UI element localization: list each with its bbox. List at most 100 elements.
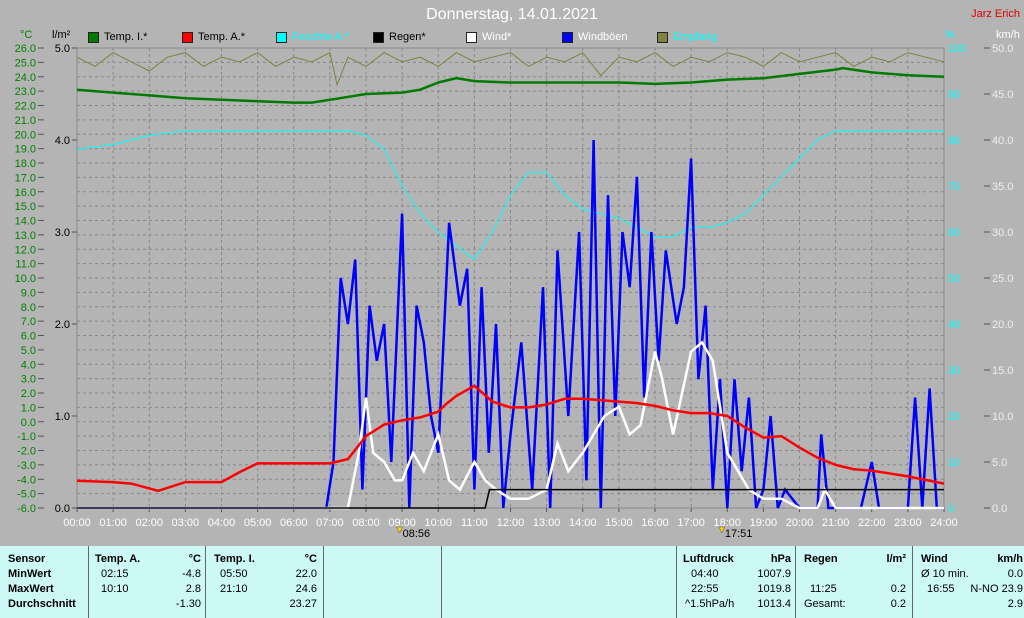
temp-a-unit: °C: [188, 553, 201, 565]
wind-column: Wind km/h Ø 10 min. 0.0 16:55 N-NO 23.9 …: [912, 546, 1024, 618]
x-tick-label: 21:00: [822, 517, 850, 529]
rain-max-time: 11:25: [810, 583, 837, 595]
temp-tick-label: 19.0: [15, 144, 36, 156]
temp-tick-label: 7.0: [21, 316, 36, 328]
sensor-header: Sensor: [8, 553, 46, 565]
temp-a-column: Temp. A. °C 02:15 -4.8 10:10 2.8 -1.30: [88, 546, 205, 618]
weather-chart: 00:00 01:00 02:00 03:00 04:00 05:00 06:00 07:00…: [15, 29, 1020, 540]
wind-avg10-label: Ø 10 min.: [921, 568, 969, 580]
humidity-tick-label: 100: [948, 43, 966, 55]
temp-tick-label: 20.0: [15, 129, 36, 141]
rain-tick-label: 3.0: [55, 227, 70, 239]
rain-max: 0.2: [890, 583, 906, 595]
temp-tick-label: -2.0: [17, 446, 36, 458]
pressure-header: Luftdruck: [683, 553, 734, 565]
empty-column: [441, 546, 676, 618]
wind-tick-label: 50.0: [992, 43, 1013, 55]
rain-column: Regen l/m² 11:25 0.2 Gesamt: 0.2: [795, 546, 912, 618]
humidity-tick-label: 0: [948, 503, 954, 515]
x-tick-label: 15:00: [605, 517, 633, 529]
wind-avg10: 0.0: [1007, 568, 1023, 580]
temp-tick-label: -4.0: [17, 474, 36, 486]
x-tick-label: 01:00: [99, 517, 127, 529]
temp-tick-label: 10.0: [15, 273, 36, 285]
wind-unit: km/h: [997, 553, 1023, 565]
x-tick-label: 11:00: [461, 517, 488, 529]
pressure-min-time: 04:40: [691, 568, 719, 580]
x-tick-label: 03:00: [172, 517, 200, 529]
temp-a-avg: -1.30: [175, 598, 201, 610]
temp-tick-label: 2.0: [21, 388, 36, 400]
pressure-min: 1007.9: [757, 568, 791, 580]
temp-tick-label: 22.0: [15, 101, 36, 113]
rain-total-label: Gesamt:: [804, 598, 846, 610]
wind-header: Wind: [921, 553, 948, 565]
temp-tick-label: 25.0: [15, 57, 36, 69]
humidity-tick-label: 20: [948, 411, 960, 423]
wind-tick-label: 20.0: [992, 319, 1013, 331]
x-tick-label: 05:00: [244, 517, 272, 529]
x-tick-label: 06:00: [280, 517, 308, 529]
temp-tick-label: 11.0: [15, 259, 36, 271]
pressure-unit: hPa: [770, 553, 791, 565]
humidity-tick-label: 60: [948, 227, 960, 239]
temp-tick-label: 17.0: [15, 172, 36, 184]
row-label-min: MinWert: [8, 568, 52, 580]
temp-i-max-time: 21:10: [220, 583, 248, 595]
x-tick-label: 08:00: [352, 517, 380, 529]
wind-tick-label: 30.0: [992, 227, 1013, 239]
wind-tick-label: 0.0: [992, 503, 1007, 515]
x-tick-label: 20:00: [786, 517, 814, 529]
temp-tick-label: 12.0: [15, 244, 36, 256]
temp-i-min: 22.0: [295, 568, 317, 580]
wind-axis-unit: km/h: [996, 29, 1020, 41]
temp-tick-label: 15.0: [15, 201, 36, 213]
humidity-axis-unit: %: [945, 29, 955, 41]
row-label-max: MaxWert: [8, 583, 54, 595]
temp-a-max: 2.8: [185, 583, 201, 595]
pressure-avg: 1013.4: [757, 598, 791, 610]
pressure-max: 1019.8: [757, 583, 791, 595]
temp-tick-label: 21.0: [15, 115, 36, 127]
wind-tick-label: 15.0: [992, 365, 1013, 377]
sunset-time-label: 17:51: [725, 528, 753, 540]
temp-tick-label: 14.0: [15, 216, 36, 228]
x-tick-label: 00:00: [63, 517, 91, 529]
temp-a-max-time: 10:10: [101, 583, 129, 595]
temp-tick-label: 18.0: [15, 158, 36, 170]
rain-header: Regen: [804, 553, 838, 565]
x-tick-label: 19:00: [750, 517, 778, 529]
temp-tick-label: 26.0: [15, 43, 36, 55]
temp-i-max: 24.6: [295, 583, 317, 595]
rain-tick-label: 1.0: [55, 411, 70, 423]
wind-max-time: 16:55: [927, 583, 955, 595]
wind-tick-label: 25.0: [992, 273, 1013, 285]
temp-tick-label: 1.0: [21, 402, 36, 414]
temp-i-unit: °C: [304, 553, 317, 565]
pressure-max-time: 22:55: [691, 583, 719, 595]
x-tick-label: 23:00: [894, 517, 922, 529]
rain-tick-label: 2.0: [55, 319, 70, 331]
temp-tick-label: -6.0: [17, 503, 36, 515]
temp-tick-label: 24.0: [15, 72, 36, 84]
wind-tick-label: 5.0: [992, 457, 1007, 469]
x-tick-label: 02:00: [135, 517, 163, 529]
temp-tick-label: 6.0: [21, 331, 36, 343]
temp-tick-label: 8.0: [21, 302, 36, 314]
wind-tick-label: 10.0: [992, 411, 1013, 423]
temp-i-header: Temp. I.: [214, 553, 255, 565]
empty-column: [323, 546, 441, 618]
x-tick-label: 04:00: [208, 517, 236, 529]
stats-table: Sensor MinWert MaxWert Durchschnitt Temp…: [0, 546, 1024, 618]
temp-tick-label: 23.0: [15, 86, 36, 98]
wind-tick-label: 45.0: [992, 89, 1013, 101]
x-tick-label: 17:00: [677, 517, 705, 529]
x-tick-label: 24:00: [930, 517, 958, 529]
x-tick-label: 22:00: [858, 517, 886, 529]
temp-tick-label: 16.0: [15, 187, 36, 199]
rain-tick-label: 5.0: [55, 43, 70, 55]
humidity-tick-label: 30: [948, 365, 960, 377]
humidity-tick-label: 50: [948, 273, 960, 285]
temp-a-header: Temp. A.: [95, 553, 141, 565]
rain-total: 0.2: [890, 598, 906, 610]
